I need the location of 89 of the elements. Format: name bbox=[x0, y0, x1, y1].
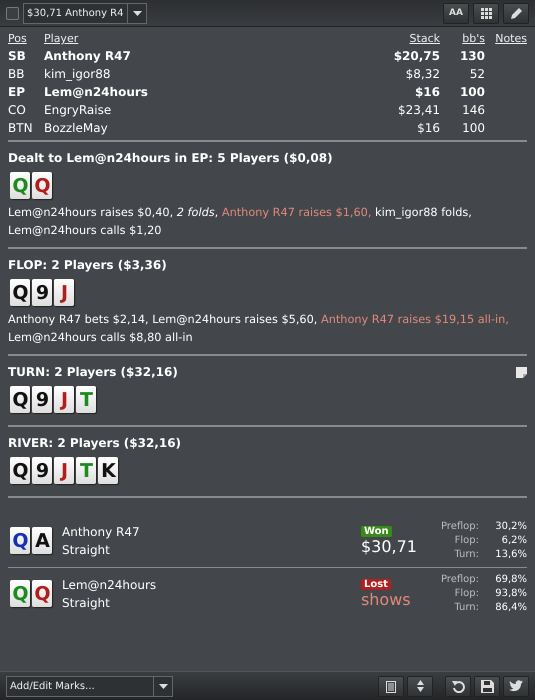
note-icon[interactable] bbox=[516, 366, 527, 378]
player-name: Lem@n24hours bbox=[62, 577, 158, 594]
big-blinds-cell-text: 52 bbox=[468, 66, 485, 83]
stack-cell-text: $20,75 bbox=[392, 48, 440, 65]
pencil-icon bbox=[510, 6, 522, 20]
action-summary: Lem@n24hours raises $0,40, 2 folds, Anthony R47 raises $1,60, kim_igor88 folds, Lem@n24hours calls $1,20 bbox=[8, 205, 473, 239]
playing-card: A bbox=[32, 527, 52, 554]
big-blinds-cell-text: 100 bbox=[461, 120, 485, 137]
player-name: BozzleMay bbox=[44, 120, 109, 137]
checkbox[interactable] bbox=[6, 6, 19, 20]
street-title: FLOP: 2 Players ($3,36) bbox=[8, 257, 168, 274]
playing-card: Q bbox=[10, 386, 30, 413]
clipboard-icon bbox=[386, 680, 396, 692]
playing-card: Q bbox=[10, 172, 30, 199]
playing-card: Q bbox=[10, 457, 30, 484]
playing-card: J bbox=[54, 386, 74, 413]
position-cell-text: BTN bbox=[8, 120, 34, 137]
sort-button[interactable] bbox=[407, 676, 433, 696]
position-cell-text: EP bbox=[8, 84, 26, 101]
equity-label: Preflop: bbox=[440, 573, 479, 587]
hand-select[interactable]: $30,71 Anthony R4 bbox=[23, 2, 148, 24]
player-name: EngryRaise bbox=[44, 102, 112, 119]
pot-amount: shows bbox=[360, 590, 411, 609]
refresh-icon bbox=[452, 680, 464, 692]
big-blinds-cell-text: 100 bbox=[458, 84, 485, 101]
equity-value: 30,2% bbox=[494, 520, 527, 534]
position-cell-text: SB bbox=[8, 48, 27, 65]
playing-card: Q bbox=[10, 527, 30, 554]
playing-card: J bbox=[54, 279, 74, 306]
action-summary: Anthony R47 bets $2,14, Lem@n24hours raises $5,60, Anthony R47 raises $19,15 all-in, Lem@n24hours calls $8,80 all-in bbox=[8, 312, 510, 346]
marks-select[interactable]: Add/Edit Marks... bbox=[6, 676, 173, 696]
equity-value: 86,4% bbox=[494, 601, 527, 615]
save-button[interactable] bbox=[474, 676, 500, 696]
notes-button[interactable] bbox=[378, 676, 404, 696]
caret-icon bbox=[158, 684, 168, 688]
column-header[interactable]: Stack bbox=[360, 31, 440, 47]
column-header[interactable]: Player bbox=[44, 31, 360, 47]
hand-rank: Straight bbox=[62, 542, 111, 559]
result-badge: Won bbox=[360, 526, 392, 537]
position-cell-text: BB bbox=[8, 66, 26, 83]
street-title: TURN: 2 Players ($32,16) bbox=[8, 364, 179, 381]
big-blinds-cell-text: 146 bbox=[461, 102, 485, 119]
player-name: Anthony R47 bbox=[44, 48, 132, 65]
equity-label: Preflop: bbox=[440, 520, 479, 534]
playing-card: 9 bbox=[32, 279, 52, 306]
big-blinds-cell-text: 130 bbox=[458, 48, 485, 65]
stack-cell-text: $8,32 bbox=[404, 66, 440, 83]
column-header[interactable]: Notes bbox=[485, 31, 527, 47]
playing-card: 9 bbox=[32, 457, 52, 484]
grid-button[interactable] bbox=[473, 2, 499, 24]
hand-rank: Straight bbox=[62, 595, 111, 612]
playing-card: T bbox=[76, 386, 96, 413]
playing-card: Q bbox=[10, 580, 30, 607]
caret-icon bbox=[132, 10, 142, 16]
edit-button[interactable] bbox=[503, 2, 529, 24]
bird-icon bbox=[509, 680, 523, 692]
equity-label: Flop: bbox=[454, 534, 479, 548]
replay-button[interactable] bbox=[445, 676, 471, 696]
equity-label: Turn: bbox=[453, 548, 479, 562]
up-down-arrows-icon bbox=[416, 680, 424, 692]
street-title: RIVER: 2 Players ($32,16) bbox=[8, 435, 182, 452]
player-name: Lem@n24hours bbox=[44, 84, 149, 101]
equity-value: 93,8% bbox=[494, 587, 527, 601]
share-button[interactable] bbox=[503, 676, 529, 696]
column-header[interactable]: bb's bbox=[440, 31, 485, 47]
playing-card: 9 bbox=[32, 386, 52, 413]
playing-card: J bbox=[54, 457, 74, 484]
font-size-button[interactable]: AA bbox=[443, 2, 469, 24]
result-badge: Lost bbox=[360, 579, 391, 590]
position-cell-text: CO bbox=[8, 102, 27, 119]
player-name: kim_igor88 bbox=[44, 66, 112, 83]
playing-card: T bbox=[76, 457, 96, 484]
pot-amount: $30,71 bbox=[360, 537, 417, 556]
stack-cell-text: $16 bbox=[414, 84, 440, 101]
playing-card: K bbox=[98, 457, 118, 484]
equity-value: 6,2% bbox=[500, 534, 527, 548]
equity-value: 13,6% bbox=[494, 548, 527, 562]
player-name: Anthony R47 bbox=[62, 524, 141, 541]
playing-card: Q bbox=[10, 279, 30, 306]
playing-card: Q bbox=[32, 172, 52, 199]
equity-label: Flop: bbox=[454, 587, 479, 601]
stack-cell-text: $23,41 bbox=[397, 102, 440, 119]
equity-label: Turn: bbox=[453, 601, 479, 615]
grid-icon bbox=[480, 8, 492, 18]
playing-card: Q bbox=[32, 580, 52, 607]
stack-cell-text: $16 bbox=[416, 120, 440, 137]
street-title: Dealt to Lem@n24hours in EP: 5 Players ($0,08) bbox=[8, 150, 334, 167]
column-header[interactable]: Pos bbox=[8, 31, 44, 47]
equity-value: 69,8% bbox=[494, 573, 527, 587]
